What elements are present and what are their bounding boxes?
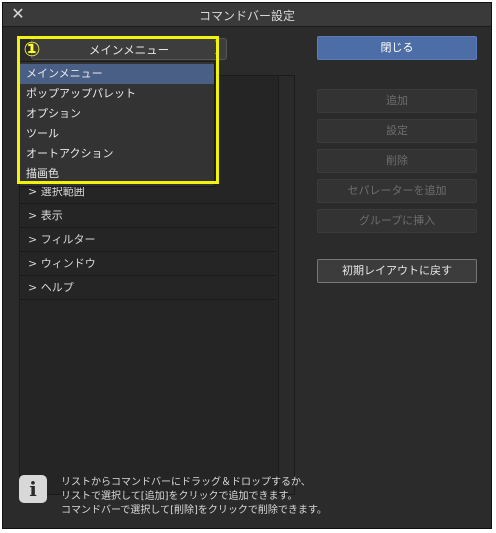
info-icon: i [19,475,47,503]
tree-item[interactable]: > ヘルプ [20,276,276,300]
info-text-line: リストからコマンドバーにドラッグ＆ドロップするか、 [61,477,311,488]
info-text-line: リストで選択して[追加]をクリックで追加できます。 [61,491,298,502]
tree-scrollbar[interactable] [278,76,294,494]
title-bar: ✕ コマンドバー設定 [3,3,491,27]
close-button[interactable]: 閉じる [317,36,477,60]
tree-item[interactable]: > 表示 [20,204,276,228]
settings-button[interactable]: 設定 [317,119,477,143]
info-text-line: コマンドバーで選択して[削除]をクリックで削除できます。 [61,505,327,516]
annotation-highlight-box [17,36,219,184]
tree-item[interactable]: > ウィンドウ [20,252,276,276]
annotation-number-badge: ① [23,37,41,61]
info-section: i リストからコマンドバーにドラッグ＆ドロップするか、 リストで選択して[追加]… [17,469,487,519]
add-separator-button[interactable]: セパレーターを追加 [317,179,477,203]
command-bar-settings-dialog: ✕ コマンドバー設定 メインメニュー ⌃ ⌄ > 選択範囲 > 表示 > フィルタ… [2,2,492,529]
dialog-title: コマンドバー設定 [198,9,295,23]
insert-group-button[interactable]: グループに挿入 [317,209,477,233]
delete-button[interactable]: 削除 [317,149,477,173]
add-button[interactable]: 追加 [317,89,477,113]
tree-item[interactable]: > フィルター [20,228,276,252]
reset-layout-button[interactable]: 初期レイアウトに戻す [317,259,477,283]
